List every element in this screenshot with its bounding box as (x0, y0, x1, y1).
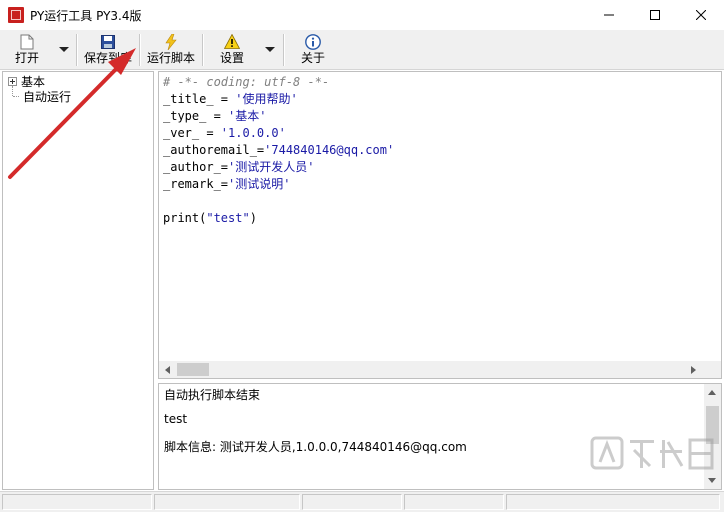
annotation-arrow (8, 48, 136, 179)
